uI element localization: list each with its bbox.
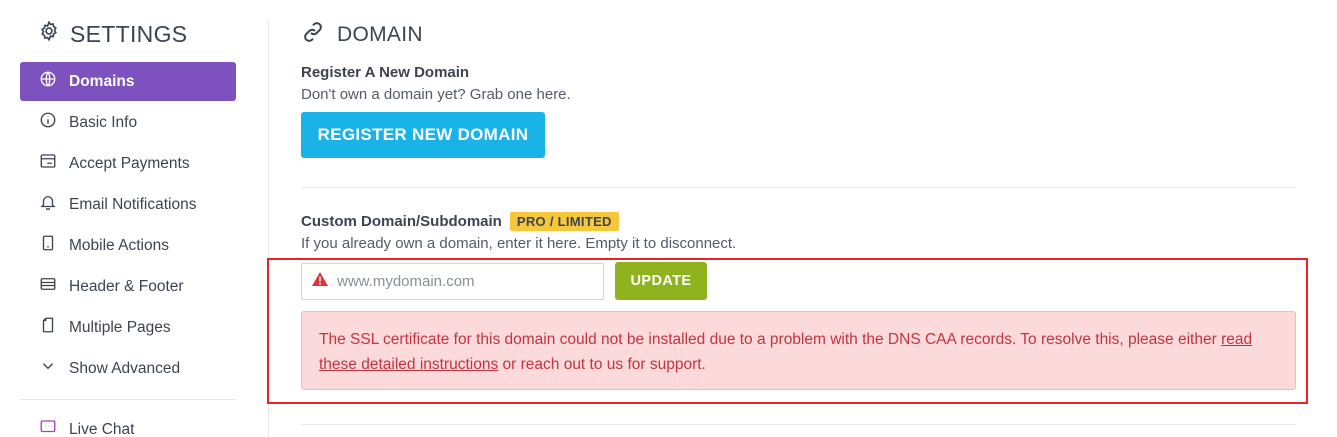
- sidebar-item-mobile-actions[interactable]: Mobile Actions: [20, 226, 236, 265]
- alert-text-after: or reach out to us for support.: [498, 356, 706, 373]
- sidebar-item-multiple-pages[interactable]: Multiple Pages: [20, 308, 236, 347]
- warning-icon: [302, 271, 329, 292]
- sidebar: SETTINGS Domains Basic Info Accept Payme…: [20, 0, 236, 437]
- sidebar-item-email-notifications[interactable]: Email Notifications: [20, 185, 236, 224]
- sidebar-item-accept-payments[interactable]: Accept Payments: [20, 144, 236, 183]
- register-new-domain-button[interactable]: REGISTER NEW DOMAIN: [301, 112, 545, 158]
- sidebar-item-show-advanced[interactable]: Show Advanced: [20, 349, 236, 388]
- domain-input-wrapper: [301, 263, 604, 300]
- custom-domain-subtitle: If you already own a domain, enter it he…: [301, 235, 737, 252]
- alert-text-before: The SSL certificate for this domain coul…: [319, 331, 1222, 348]
- chevron-down-icon: [39, 357, 57, 380]
- section-divider-bottom: [301, 424, 1296, 425]
- gear-icon: [38, 20, 60, 48]
- pro-limited-badge: PRO / LIMITED: [509, 212, 619, 231]
- sidebar-item-domains[interactable]: Domains: [20, 62, 236, 101]
- sidebar-item-label: Accept Payments: [69, 154, 190, 172]
- chat-icon: [39, 418, 57, 437]
- register-heading: Register A New Domain: [301, 64, 470, 81]
- sidebar-divider: [20, 399, 236, 400]
- sidebar-item-label: Header & Footer: [69, 277, 184, 295]
- ssl-error-alert: The SSL certificate for this domain coul…: [301, 311, 1296, 390]
- sidebar-item-label: Basic Info: [69, 113, 138, 131]
- section-divider: [301, 187, 1296, 188]
- page-title: DOMAIN: [337, 23, 423, 46]
- sidebar-item-label: Show Advanced: [69, 359, 181, 377]
- sidebar-item-label: Multiple Pages: [69, 318, 171, 336]
- sidebar-item-live-chat[interactable]: Live Chat: [20, 410, 134, 437]
- update-button[interactable]: UPDATE: [615, 262, 707, 300]
- sidebar-item-basic-info[interactable]: Basic Info: [20, 103, 236, 142]
- layout-icon: [39, 275, 57, 298]
- sidebar-item-label: Domains: [69, 72, 135, 90]
- sidebar-item-header-footer[interactable]: Header & Footer: [20, 267, 236, 306]
- mobile-icon: [39, 234, 57, 257]
- bell-icon: [39, 193, 57, 216]
- settings-title: SETTINGS: [70, 20, 188, 47]
- domain-input[interactable]: [337, 273, 592, 290]
- sidebar-item-label: Live Chat: [69, 420, 135, 437]
- domain-header: DOMAIN: [301, 20, 423, 50]
- custom-domain-heading: Custom Domain/Subdomain PRO / LIMITED: [301, 212, 619, 231]
- link-icon: [301, 20, 325, 50]
- custom-domain-heading-text: Custom Domain/Subdomain: [301, 213, 502, 230]
- register-subtitle: Don't own a domain yet? Grab one here.: [301, 86, 571, 103]
- info-icon: [39, 111, 57, 134]
- card-icon: [39, 152, 57, 175]
- settings-header: SETTINGS: [38, 20, 187, 48]
- sidebar-item-label: Email Notifications: [69, 195, 197, 213]
- sidebar-item-label: Mobile Actions: [69, 236, 169, 254]
- globe-icon: [39, 70, 57, 93]
- settings-nav: Domains Basic Info Accept Payments Email…: [20, 62, 236, 390]
- pages-icon: [39, 316, 57, 339]
